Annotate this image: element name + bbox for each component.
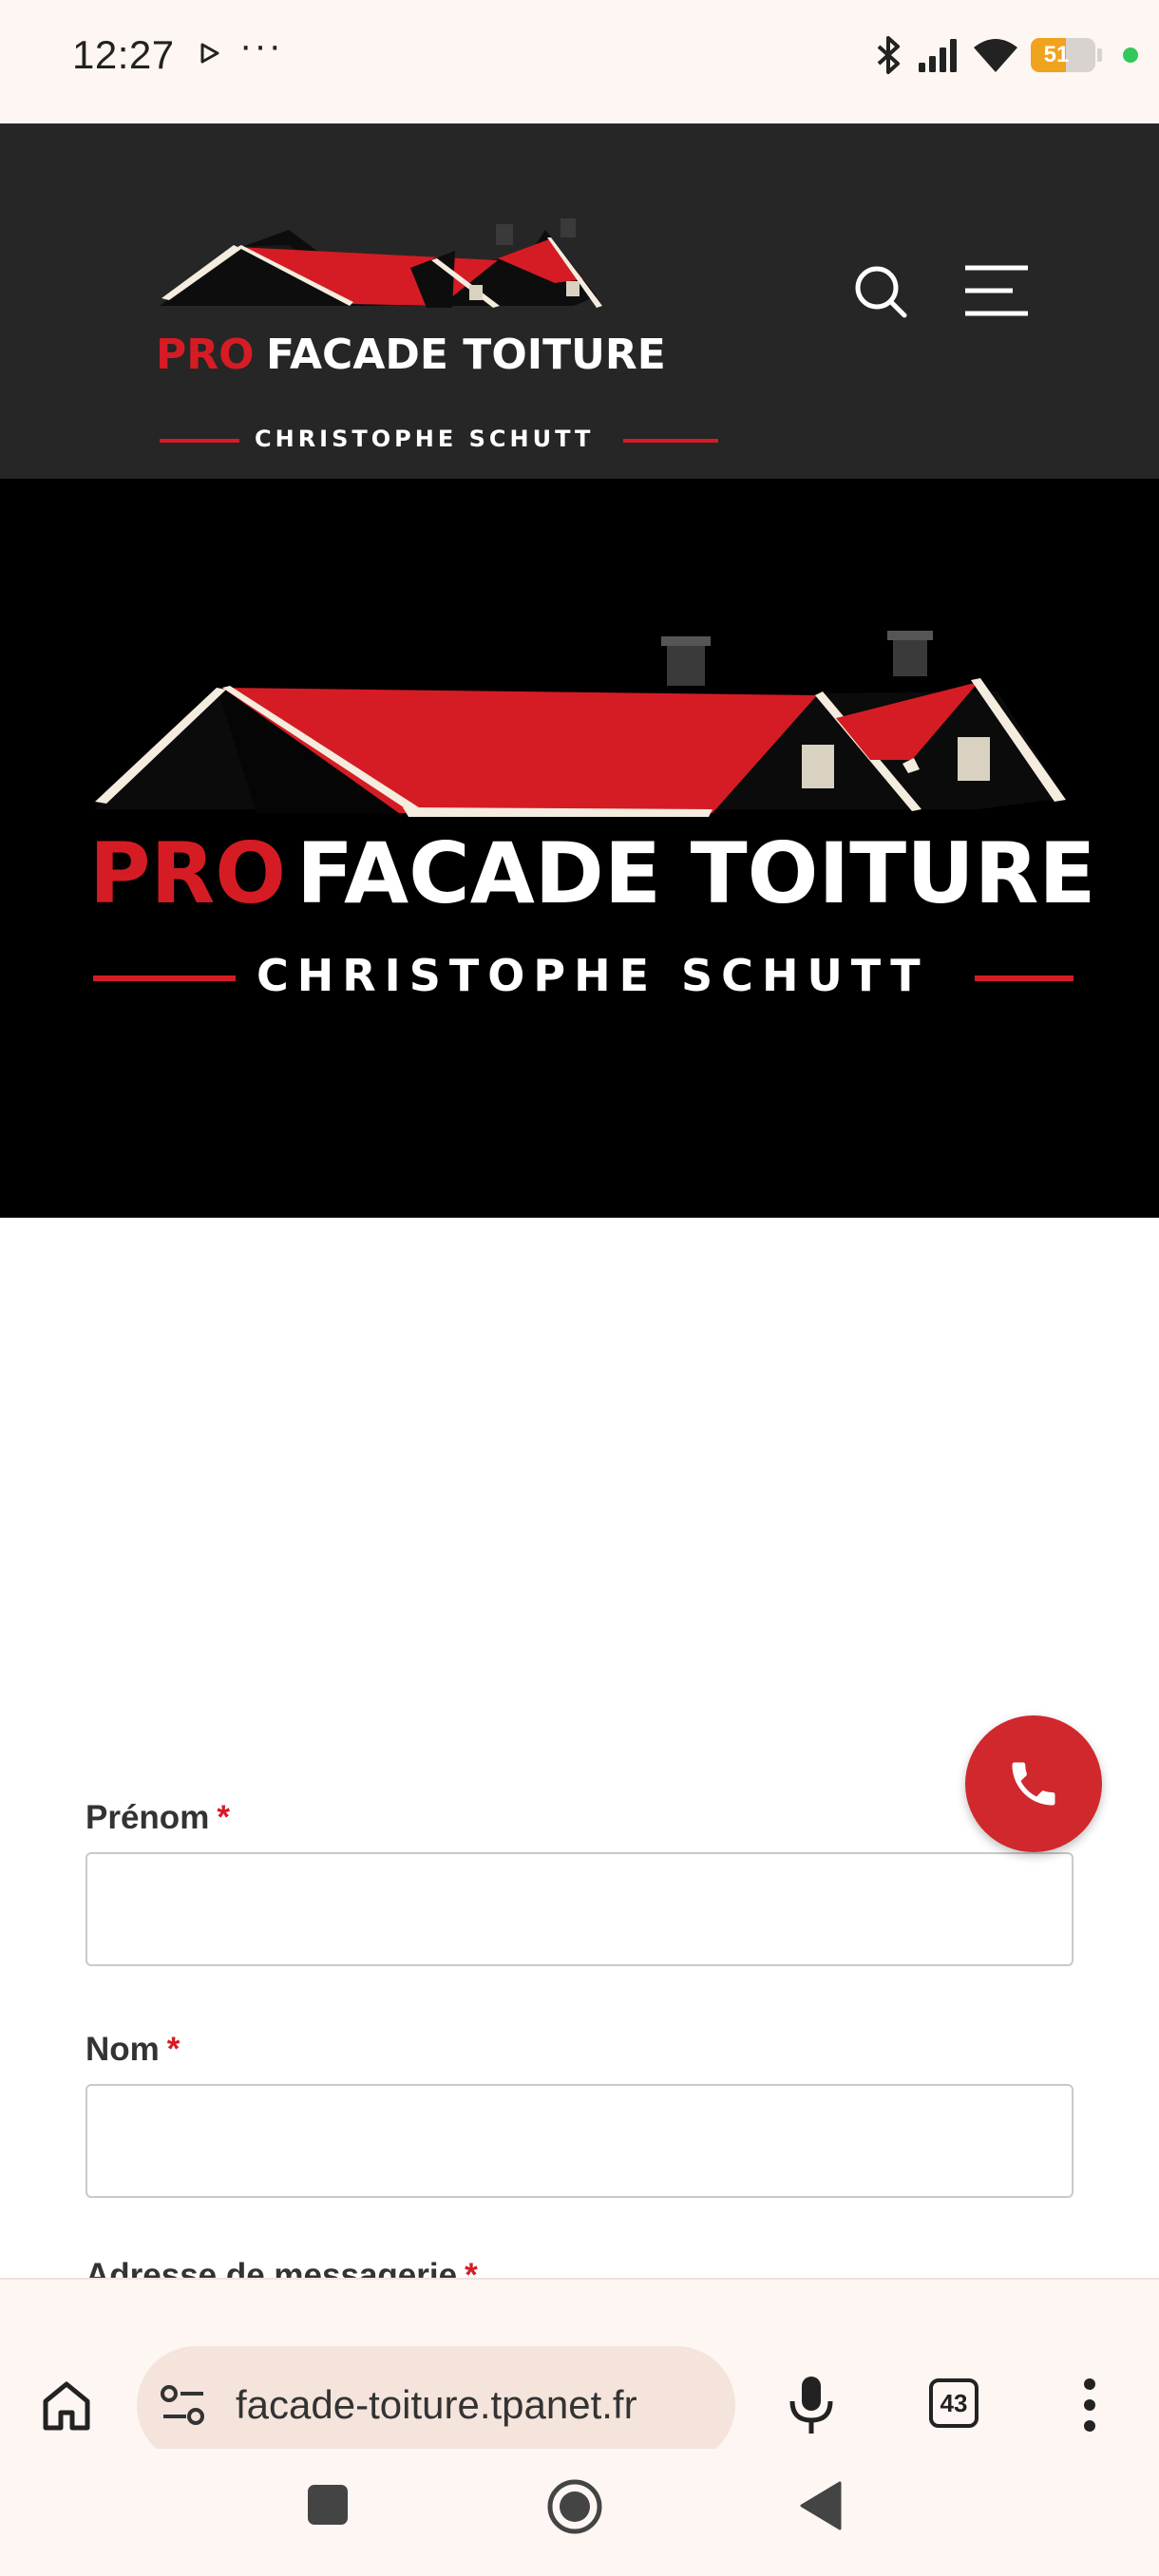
signal-icon xyxy=(919,39,957,72)
battery-level: 51 xyxy=(1043,42,1070,67)
status-time: 12:27 xyxy=(72,32,175,77)
logo-line-right xyxy=(623,439,718,443)
nom-input[interactable] xyxy=(86,2084,1074,2198)
wifi-icon xyxy=(974,39,1017,72)
home-icon[interactable] xyxy=(38,2377,95,2434)
mic-icon[interactable] xyxy=(785,2373,838,2437)
hero-logo: PRO FACADE TOITURE CHRISTOPHE SCHUTT xyxy=(86,602,1096,1001)
logo-line-left xyxy=(160,439,239,443)
back-icon[interactable] xyxy=(796,2479,846,2532)
search-icon[interactable] xyxy=(853,264,908,319)
url-text[interactable]: facade-toiture.tpanet.fr xyxy=(236,2346,720,2464)
hero-banner: PRO FACADE TOITURE CHRISTOPHE SCHUTT xyxy=(0,479,1159,1218)
status-bar: 12:27 ··· 51 xyxy=(0,0,1159,123)
more-vert-icon[interactable] xyxy=(1075,2375,1104,2435)
phone-icon xyxy=(1012,1762,1055,1806)
hero-logo-pro: PRO xyxy=(89,824,287,922)
more-dots: ··· xyxy=(239,25,283,66)
recents-icon[interactable] xyxy=(306,2483,350,2527)
required-mark: * xyxy=(166,2031,180,2068)
logo-pro: PRO xyxy=(156,331,255,379)
call-button[interactable] xyxy=(965,1715,1102,1852)
browser-toolbar: facade-toiture.tpanet.fr 43 xyxy=(0,2278,1159,2464)
prenom-label-text: Prénom xyxy=(86,1799,210,1836)
hero-logo-tagline: CHRISTOPHE SCHUTT xyxy=(256,950,929,1001)
home-circle-icon[interactable] xyxy=(545,2477,604,2536)
play-icon xyxy=(200,43,219,64)
hero-logo-line-right xyxy=(975,975,1074,981)
logo-tagline: CHRISTOPHE SCHUTT xyxy=(255,426,595,452)
roof-graphic xyxy=(160,218,602,308)
status-icons: 51 xyxy=(873,32,1138,78)
privacy-dot xyxy=(1123,47,1138,63)
prenom-label: Prénom * xyxy=(86,1799,230,1837)
header-logo[interactable]: PRO FACADE TOITURE CHRISTOPHE SCHUTT xyxy=(156,180,735,452)
bluetooth-icon xyxy=(877,36,900,74)
nom-label-text: Nom xyxy=(86,2031,160,2068)
hero-roof-graphic xyxy=(95,631,1066,817)
battery-icon: 51 xyxy=(1031,38,1095,72)
url-bar[interactable]: facade-toiture.tpanet.fr xyxy=(137,2346,735,2464)
hero-logo-facade-toiture: FACADE TOITURE xyxy=(296,824,1096,922)
prenom-input[interactable] xyxy=(86,1852,1074,1966)
required-mark: * xyxy=(217,1799,230,1836)
system-nav-bar xyxy=(0,2449,1159,2576)
logo-facade-toiture: FACADE TOITURE xyxy=(266,331,666,379)
hero-logo-line-left xyxy=(93,975,236,981)
battery-tip xyxy=(1097,48,1102,62)
site-header: PRO FACADE TOITURE CHRISTOPHE SCHUTT xyxy=(0,123,1159,479)
nom-label: Nom * xyxy=(86,2031,180,2069)
menu-icon[interactable] xyxy=(963,264,1030,317)
tabs-button[interactable]: 43 xyxy=(929,2378,978,2428)
site-settings-icon[interactable] xyxy=(160,2382,207,2428)
